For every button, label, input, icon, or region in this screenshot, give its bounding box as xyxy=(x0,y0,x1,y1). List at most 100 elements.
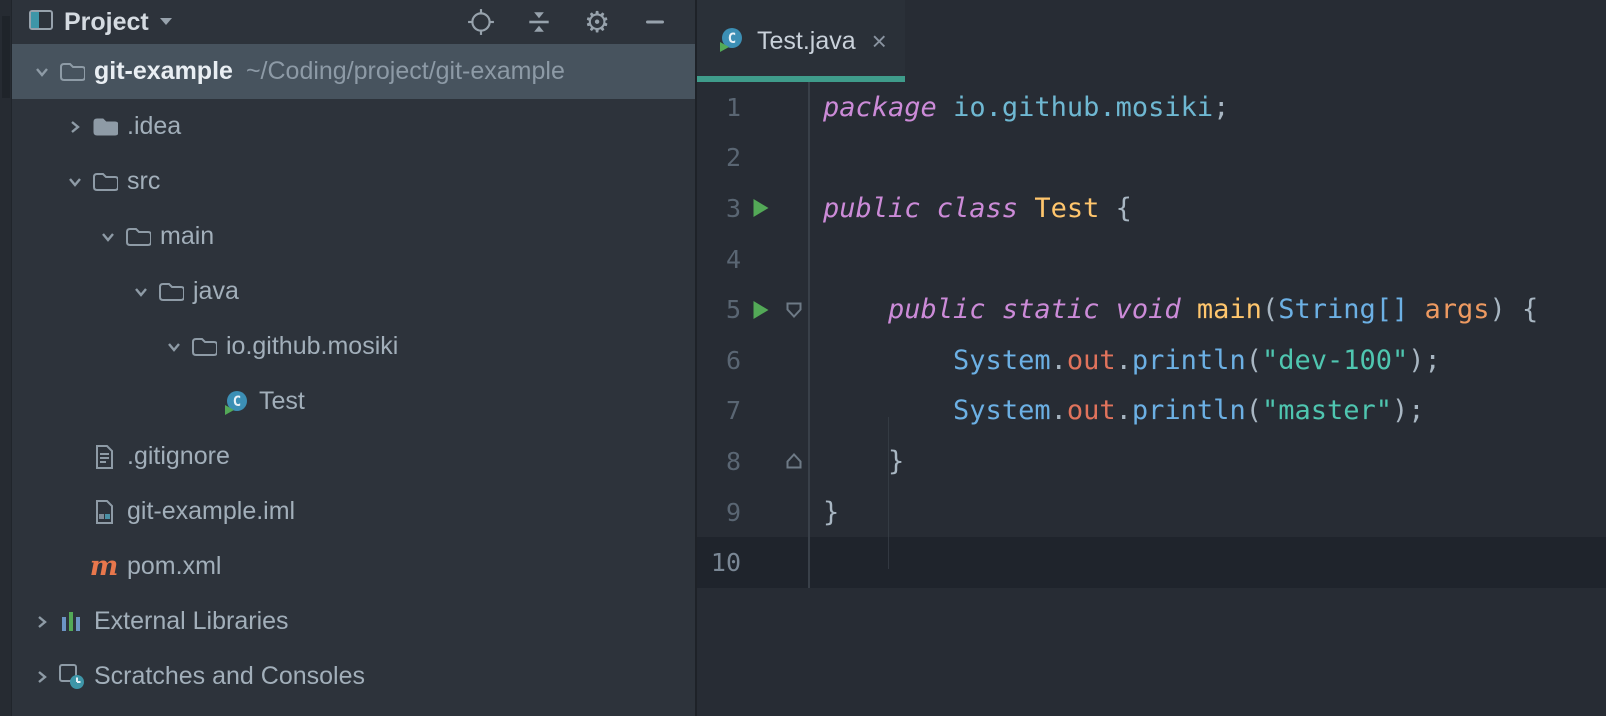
token-pun: ( xyxy=(1262,294,1278,325)
fold-open-icon[interactable] xyxy=(781,300,807,320)
token-type: System xyxy=(953,395,1051,426)
tree-item-label: External Libraries xyxy=(94,607,289,636)
editor-area: C Test.java × 1package io.github.mosiki;… xyxy=(695,0,1606,716)
tree-item--gitignore[interactable]: .gitignore xyxy=(12,429,695,484)
project-panel-header: Project ⚙ xyxy=(12,0,695,44)
project-tree: git-example~/Coding/project/git-example.… xyxy=(12,44,695,704)
tab-close-icon[interactable]: × xyxy=(872,28,887,54)
token-pun: ); xyxy=(1392,395,1425,426)
run-gutter-icon[interactable] xyxy=(741,298,779,322)
code-editor[interactable]: 1package io.github.mosiki; 2 3 public class… xyxy=(697,82,1606,716)
token-pun xyxy=(1408,294,1424,325)
chevron-right-icon[interactable] xyxy=(64,116,86,138)
tool-window-stripe[interactable] xyxy=(0,0,12,716)
code-text: System.out.println("master"); xyxy=(810,395,1425,426)
editor-gutter[interactable]: 8 xyxy=(697,436,810,487)
line-number[interactable]: 4 xyxy=(697,245,741,274)
fold-close-icon[interactable] xyxy=(781,451,807,471)
editor-gutter[interactable]: 3 xyxy=(697,183,810,234)
code-line-7: 7 System.out.println("master"); xyxy=(697,386,1606,437)
indent-guide xyxy=(888,417,889,569)
token-pun: . xyxy=(1116,395,1132,426)
code-line-3: 3 public class Test { xyxy=(697,183,1606,234)
ide-window: Project ⚙ git-example~/Coding/project/gi… xyxy=(0,0,1606,716)
code-line-1: 1package io.github.mosiki; xyxy=(697,82,1606,133)
tree-item-git-example[interactable]: git-example~/Coding/project/git-example xyxy=(12,44,695,99)
panel-title[interactable]: Project xyxy=(64,8,149,37)
line-number[interactable]: 3 xyxy=(697,194,741,223)
project-tool-window: Project ⚙ git-example~/Coding/project/gi… xyxy=(12,0,695,716)
code-line-2: 2 xyxy=(697,133,1606,184)
tree-item--idea[interactable]: .idea xyxy=(12,99,695,154)
editor-gutter[interactable]: 4 xyxy=(697,234,810,285)
class-icon: C xyxy=(717,25,745,53)
folder-icon xyxy=(91,115,118,139)
chevron-down-icon[interactable] xyxy=(163,336,185,358)
token-pun xyxy=(1181,294,1197,325)
chevron-down-icon[interactable] xyxy=(97,226,119,248)
editor-tab-bar: C Test.java × xyxy=(697,0,1606,82)
token-kw: public static void xyxy=(888,294,1181,325)
tree-item-test[interactable]: CTest xyxy=(12,374,695,429)
tree-item-git-example-iml[interactable]: git-example.iml xyxy=(12,484,695,539)
line-number[interactable]: 8 xyxy=(697,447,741,476)
line-number[interactable]: 1 xyxy=(697,93,741,122)
panel-toolbar: ⚙ xyxy=(467,8,695,36)
folder-icon xyxy=(124,225,151,249)
editor-gutter[interactable]: 9 xyxy=(697,487,810,538)
collapse-all-button[interactable] xyxy=(525,8,553,36)
folder-icon xyxy=(91,170,118,194)
code-line-10: 10 xyxy=(697,537,1606,588)
editor-gutter[interactable]: 5 xyxy=(697,284,810,335)
editor-gutter[interactable]: 6 xyxy=(697,335,810,386)
library-icon xyxy=(59,609,84,634)
tree-item-external-libraries[interactable]: External Libraries xyxy=(12,594,695,649)
line-number[interactable]: 5 xyxy=(697,295,741,324)
text-file-icon xyxy=(93,444,115,470)
locate-button[interactable] xyxy=(467,8,495,36)
settings-button[interactable]: ⚙ xyxy=(583,8,611,36)
token-pun xyxy=(823,345,953,376)
svg-text:C: C xyxy=(728,31,736,47)
editor-gutter[interactable]: 7 xyxy=(697,386,810,437)
chevron-right-icon[interactable] xyxy=(31,666,53,688)
tree-item-label: git-example xyxy=(94,57,233,86)
tree-item-label: Scratches and Consoles xyxy=(94,662,365,691)
code-line-9: 9} xyxy=(697,487,1606,538)
code-text: public class Test { xyxy=(810,193,1132,224)
token-type: println xyxy=(1132,345,1246,376)
token-str: "master" xyxy=(1262,395,1392,426)
code-text: public static void main(String[] args) { xyxy=(810,294,1538,325)
chevron-down-icon[interactable] xyxy=(64,171,86,193)
line-number[interactable]: 10 xyxy=(697,548,741,577)
chevron-down-icon[interactable] xyxy=(31,61,53,83)
code-line-8: 8 } xyxy=(697,436,1606,487)
editor-gutter[interactable]: 1 xyxy=(697,82,810,133)
line-number[interactable]: 2 xyxy=(697,143,741,172)
chevron-down-icon[interactable] xyxy=(130,281,152,303)
editor-gutter[interactable]: 10 xyxy=(697,537,810,588)
token-pun: . xyxy=(1051,345,1067,376)
code-text: } xyxy=(810,446,904,477)
token-pun: { xyxy=(1099,193,1132,224)
stripe-segment xyxy=(2,16,10,98)
line-number[interactable]: 7 xyxy=(697,396,741,425)
tab-test-java[interactable]: C Test.java × xyxy=(697,0,905,82)
tree-item-io-github-mosiki[interactable]: io.github.mosiki xyxy=(12,319,695,374)
folder-icon xyxy=(190,335,217,359)
tree-item-java[interactable]: java xyxy=(12,264,695,319)
tree-item-main[interactable]: main xyxy=(12,209,695,264)
chevron-right-icon[interactable] xyxy=(31,611,53,633)
code-line-4: 4 xyxy=(697,234,1606,285)
editor-gutter[interactable]: 2 xyxy=(697,133,810,184)
run-gutter-icon[interactable] xyxy=(741,196,779,220)
tree-item-src[interactable]: src xyxy=(12,154,695,209)
line-number[interactable]: 6 xyxy=(697,346,741,375)
tree-item-scratches-and-consoles[interactable]: Scratches and Consoles xyxy=(12,649,695,704)
tree-item-label: git-example.iml xyxy=(127,497,295,526)
token-pun xyxy=(937,92,953,123)
line-number[interactable]: 9 xyxy=(697,498,741,527)
hide-button[interactable] xyxy=(641,8,669,36)
chevron-down-icon[interactable] xyxy=(159,13,173,31)
tree-item-pom-xml[interactable]: mpom.xml xyxy=(12,539,695,594)
